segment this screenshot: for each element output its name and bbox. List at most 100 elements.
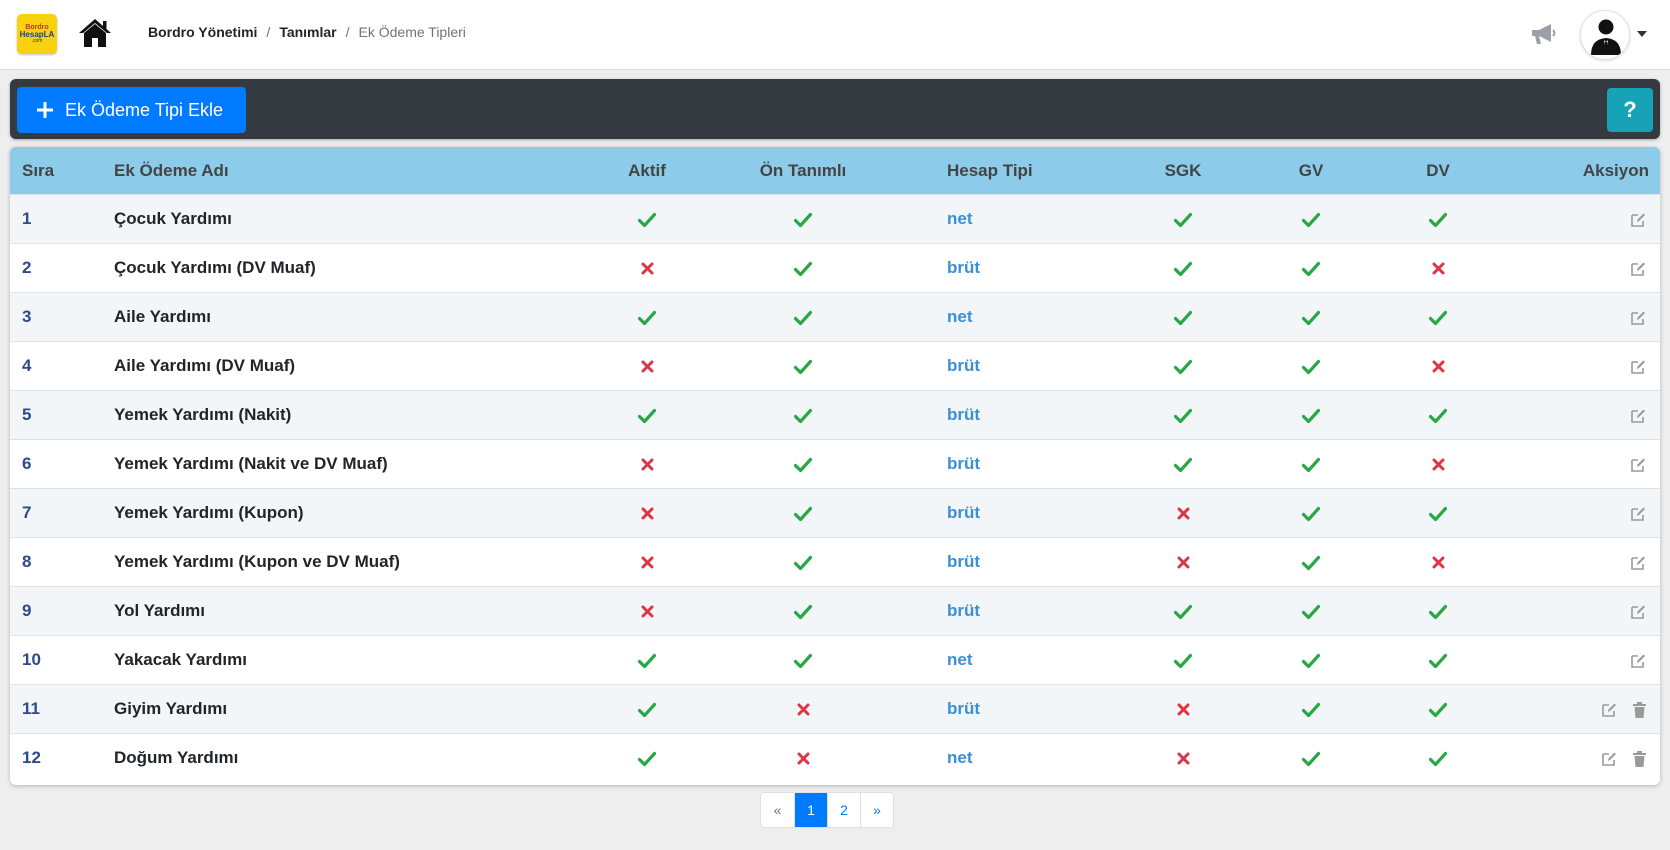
chevron-down-icon[interactable] xyxy=(1637,31,1647,37)
logo-line-3: .com xyxy=(31,38,43,44)
edit-icon[interactable] xyxy=(1630,604,1646,620)
check-icon xyxy=(1429,751,1447,766)
megaphone-icon[interactable] xyxy=(1530,22,1558,46)
table-row: 5 Yemek Yardımı (Nakit) brüt xyxy=(10,390,1660,439)
breadcrumb: Bordro Yönetimi / Tanımlar / Ek Ödeme Ti… xyxy=(148,24,466,40)
edit-icon[interactable] xyxy=(1630,310,1646,326)
cell-sgk xyxy=(1133,587,1233,635)
cell-payment-name: Yemek Yardımı (Nakit ve DV Muaf) xyxy=(114,454,388,473)
edit-icon[interactable] xyxy=(1601,751,1617,767)
cross-icon xyxy=(1432,262,1444,275)
check-icon xyxy=(794,653,812,668)
check-icon xyxy=(1302,506,1320,521)
check-icon xyxy=(1429,506,1447,521)
breadcrumb-item-tanimlar[interactable]: Tanımlar xyxy=(279,24,336,40)
edit-icon[interactable] xyxy=(1630,261,1646,277)
cell-actions xyxy=(1490,244,1646,292)
cell-payment-name: Doğum Yardımı xyxy=(114,748,239,767)
cell-hesap-tipi: net xyxy=(947,650,973,669)
cross-icon xyxy=(641,507,653,520)
pagination-page-1[interactable]: 1 xyxy=(794,793,827,827)
cell-sira: 10 xyxy=(22,650,41,669)
column-header-hesap-tipi[interactable]: Hesap Tipi xyxy=(947,147,1033,194)
cross-icon xyxy=(1177,507,1189,520)
table-row: 2 Çocuk Yardımı (DV Muaf) brüt xyxy=(10,243,1660,292)
check-icon xyxy=(1174,653,1192,668)
column-header-aktif[interactable]: Aktif xyxy=(597,147,697,194)
cross-icon xyxy=(641,262,653,275)
check-icon xyxy=(638,653,656,668)
table-header: Sıra Ek Ödeme Adı Aktif Ön Tanımlı Hesap… xyxy=(10,147,1660,194)
cross-icon xyxy=(641,458,653,471)
cell-actions xyxy=(1490,685,1646,733)
check-icon xyxy=(638,751,656,766)
cell-dv xyxy=(1388,244,1488,292)
cell-on-tanimli xyxy=(743,342,863,390)
cell-sgk xyxy=(1133,293,1233,341)
cell-sira: 2 xyxy=(22,258,32,277)
cell-payment-name: Yakacak Yardımı xyxy=(114,650,247,669)
edit-icon[interactable] xyxy=(1601,702,1617,718)
help-button[interactable]: ? xyxy=(1607,88,1653,132)
column-header-sira[interactable]: Sıra xyxy=(22,147,54,194)
cell-hesap-tipi: brüt xyxy=(947,601,981,620)
cell-gv xyxy=(1261,342,1361,390)
cell-hesap-tipi: brüt xyxy=(947,503,981,522)
cell-actions xyxy=(1490,440,1646,488)
cell-hesap-tipi: brüt xyxy=(947,258,981,277)
cross-icon xyxy=(641,556,653,569)
column-header-sgk[interactable]: SGK xyxy=(1133,147,1233,194)
cell-actions xyxy=(1490,293,1646,341)
cell-aktif xyxy=(597,391,697,439)
cross-icon xyxy=(641,360,653,373)
cell-payment-name: Yemek Yardımı (Kupon ve DV Muaf) xyxy=(114,552,400,571)
column-header-gv[interactable]: GV xyxy=(1261,147,1361,194)
breadcrumb-separator: / xyxy=(266,24,271,40)
cell-dv xyxy=(1388,195,1488,243)
trash-icon[interactable] xyxy=(1633,701,1646,718)
edit-icon[interactable] xyxy=(1630,359,1646,375)
check-icon xyxy=(1302,653,1320,668)
cell-dv xyxy=(1388,636,1488,684)
cell-sgk xyxy=(1133,538,1233,586)
column-header-on-tanimli[interactable]: Ön Tanımlı xyxy=(743,147,863,194)
table-row: 12 Doğum Yardımı net xyxy=(10,733,1660,782)
cell-sgk xyxy=(1133,195,1233,243)
pagination-prev[interactable]: « xyxy=(761,793,794,827)
column-header-aksiyon: Aksiyon xyxy=(1582,161,1649,180)
column-header-dv[interactable]: DV xyxy=(1388,147,1488,194)
plus-icon xyxy=(37,102,53,118)
cell-hesap-tipi: brüt xyxy=(947,356,981,375)
check-icon xyxy=(1429,702,1447,717)
check-icon xyxy=(1302,457,1320,472)
home-icon[interactable] xyxy=(78,17,112,49)
edit-icon[interactable] xyxy=(1630,212,1646,228)
edit-icon[interactable] xyxy=(1630,457,1646,473)
cell-on-tanimli xyxy=(743,636,863,684)
app-logo[interactable]: Bordro HesapLA .com xyxy=(17,14,57,54)
check-icon xyxy=(794,555,812,570)
user-avatar[interactable] xyxy=(1580,10,1630,60)
cell-dv xyxy=(1388,342,1488,390)
edit-icon[interactable] xyxy=(1630,506,1646,522)
check-icon xyxy=(1302,408,1320,423)
cross-icon xyxy=(1432,458,1444,471)
cell-sgk xyxy=(1133,440,1233,488)
table-row: 3 Aile Yardımı net xyxy=(10,292,1660,341)
table-row: 6 Yemek Yardımı (Nakit ve DV Muaf) brüt xyxy=(10,439,1660,488)
add-payment-type-button[interactable]: Ek Ödeme Tipi Ekle xyxy=(17,87,246,133)
cell-on-tanimli xyxy=(743,685,863,733)
edit-icon[interactable] xyxy=(1630,555,1646,571)
cell-sira: 11 xyxy=(22,699,40,718)
pagination: « 1 2 » xyxy=(760,792,894,828)
edit-icon[interactable] xyxy=(1630,653,1646,669)
edit-icon[interactable] xyxy=(1630,408,1646,424)
pagination-page-2[interactable]: 2 xyxy=(827,793,860,827)
cross-icon xyxy=(797,703,809,716)
trash-icon[interactable] xyxy=(1633,750,1646,767)
check-icon xyxy=(638,310,656,325)
pagination-next[interactable]: » xyxy=(860,793,893,827)
breadcrumb-item-bordro[interactable]: Bordro Yönetimi xyxy=(148,24,257,40)
column-header-name[interactable]: Ek Ödeme Adı xyxy=(114,147,229,194)
cell-sgk xyxy=(1133,244,1233,292)
